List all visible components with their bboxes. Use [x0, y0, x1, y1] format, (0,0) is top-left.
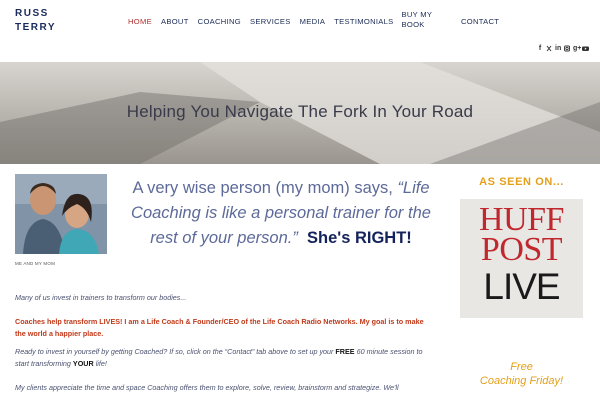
- youtube-icon[interactable]: [582, 45, 589, 55]
- twitter-icon[interactable]: [546, 45, 552, 55]
- main-nav: HOME ABOUT COACHING SERVICES MEDIA TESTI…: [128, 10, 499, 30]
- cta-text-end: life!: [93, 359, 107, 368]
- nav-testimonials[interactable]: TESTIMONIALS: [334, 17, 393, 30]
- social-icons: f in g+: [537, 45, 589, 55]
- nav-home[interactable]: HOME: [128, 17, 152, 30]
- intro-paragraph: Many of us invest in trainers to transfo…: [15, 293, 187, 302]
- nav-media[interactable]: MEDIA: [300, 17, 326, 30]
- quote-block: A very wise person (my mom) says, “Life …: [120, 176, 442, 251]
- site-header: RUSS TERRY HOME ABOUT COACHING SERVICES …: [0, 0, 600, 62]
- nav-about[interactable]: ABOUT: [161, 17, 189, 30]
- hero-title: Helping You Navigate The Fork In Your Ro…: [126, 102, 474, 121]
- as-seen-on-heading: AS SEEN ON...: [479, 176, 564, 188]
- quote-emphasis: She's RIGHT!: [307, 229, 412, 247]
- nav-contact[interactable]: CONTACT: [461, 17, 499, 27]
- linkedin-icon[interactable]: in: [555, 45, 561, 55]
- facebook-icon[interactable]: f: [537, 45, 543, 55]
- huff-logo-line2: POST: [480, 231, 563, 268]
- site-logo[interactable]: RUSS TERRY: [15, 7, 75, 35]
- photo-caption: ME AND MY MOM: [15, 261, 56, 266]
- free-coaching-line2: Coaching Friday!: [479, 375, 564, 387]
- google-plus-icon[interactable]: g+: [573, 45, 581, 55]
- huff-logo-line3: LIVE: [483, 266, 560, 307]
- huff-logo-line1: HUFF: [479, 201, 564, 238]
- logo-line-last: TERRY: [15, 22, 57, 33]
- huffpost-live-logo[interactable]: HUFF POST LIVE: [460, 199, 583, 318]
- free-coaching-line1: Free: [510, 361, 533, 373]
- mission-paragraph: Coaches help transform LIVES! I am a Lif…: [15, 317, 424, 338]
- free-coaching-friday[interactable]: Free Coaching Friday!: [460, 360, 583, 388]
- clients-paragraph: My clients appreciate the time and space…: [15, 383, 399, 392]
- nav-services[interactable]: SERVICES: [250, 17, 291, 30]
- logo-line-first: RUSS: [15, 8, 49, 19]
- cta-your: YOUR: [72, 359, 94, 368]
- cta-free: FREE: [335, 347, 355, 356]
- cta-text-start: Ready to invest in yourself by getting C…: [15, 347, 336, 356]
- photo-me-and-mom: [15, 174, 107, 254]
- instagram-icon[interactable]: [564, 45, 570, 55]
- quote-prefix: A very wise person (my mom) says,: [132, 179, 398, 197]
- nav-buy-my-book[interactable]: BUY MY BOOK: [402, 10, 442, 30]
- nav-coaching[interactable]: COACHING: [198, 17, 241, 30]
- hero-banner: Helping You Navigate The Fork In Your Ro…: [0, 62, 600, 164]
- cta-paragraph: Ready to invest in yourself by getting C…: [15, 346, 435, 370]
